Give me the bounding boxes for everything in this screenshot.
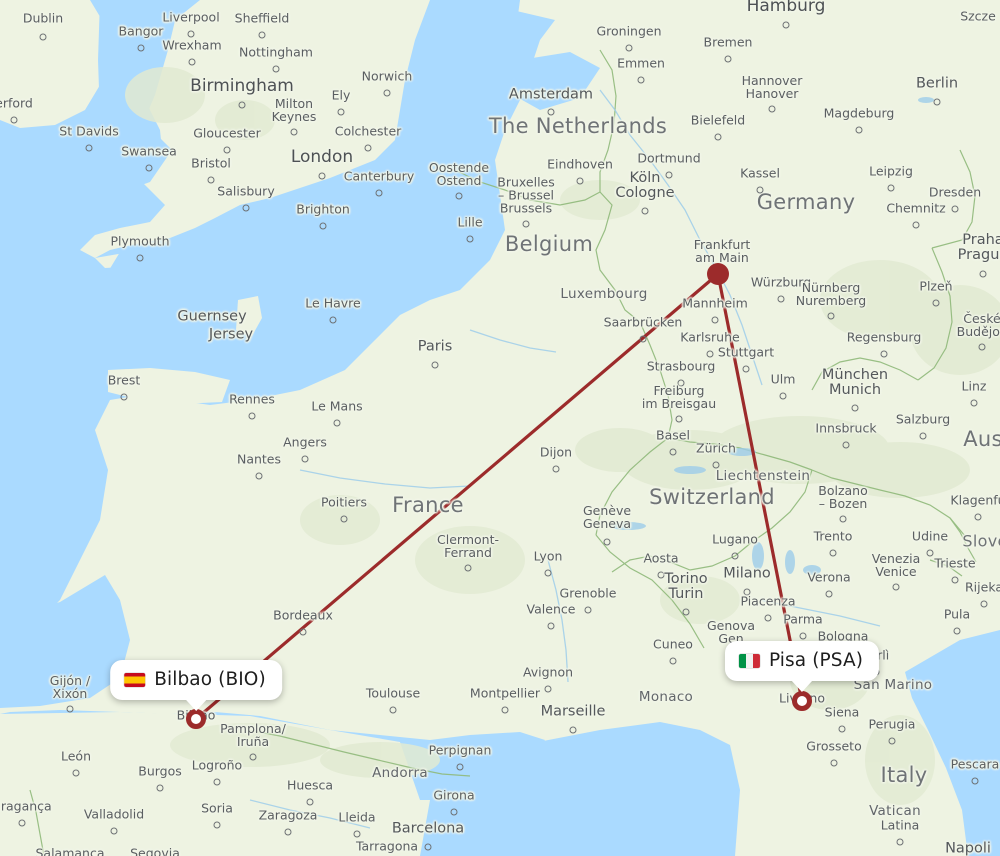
endpoint-marker-bilbao[interactable] <box>186 709 206 729</box>
route-map[interactable]: The Netherlands Belgium Luxembourg Germany F… <box>0 0 1000 856</box>
airport-callout-bilbao[interactable]: Bilbao (BIO) <box>110 660 282 711</box>
airport-callout-label: Bilbao (BIO) <box>154 669 266 690</box>
flag-icon-italy <box>738 653 760 668</box>
airport-callout-label: Pisa (PSA) <box>768 650 864 671</box>
hub-marker-frankfurt[interactable] <box>707 263 729 285</box>
flag-icon-spain <box>124 672 146 687</box>
map-geography <box>0 0 1000 856</box>
endpoint-marker-pisa[interactable] <box>792 691 812 711</box>
airport-callout-pisa[interactable]: Pisa (PSA) <box>724 641 880 692</box>
